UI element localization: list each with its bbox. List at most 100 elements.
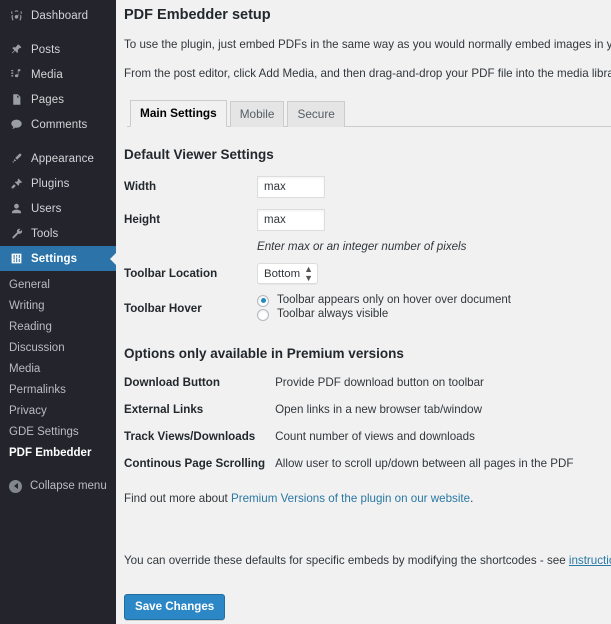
submenu-item-discussion[interactable]: Discussion: [0, 337, 116, 358]
sidebar-divider: [0, 28, 116, 37]
sidebar-item-label: Users: [31, 202, 62, 215]
sidebar-item-media[interactable]: Media: [0, 62, 116, 87]
tab-secure[interactable]: Secure: [287, 101, 345, 127]
table-row: Track Views/Downloads Count number of vi…: [124, 423, 573, 450]
size-hint-text: Enter max or an integer number of pixels: [257, 240, 467, 253]
width-label: Width: [124, 180, 157, 193]
collapse-menu-button[interactable]: Collapse menu: [0, 473, 116, 499]
collapse-arrow-icon: [9, 479, 22, 493]
find-out-more-prefix: Find out more about: [124, 492, 231, 505]
submenu-item-writing[interactable]: Writing: [0, 295, 116, 316]
sidebar-item-label: Appearance: [31, 152, 95, 165]
premium-desc-track-views: Count number of views and downloads: [275, 430, 475, 443]
premium-options-table: Download Button Provide PDF download but…: [124, 369, 573, 477]
sidebar-item-plugins[interactable]: Plugins: [0, 171, 116, 196]
premium-desc-external-links: Open links in a new browser tab/window: [275, 403, 482, 416]
toolbar-location-select[interactable]: Bottom ▲ ▼: [257, 263, 319, 284]
submenu-item-reading[interactable]: Reading: [0, 316, 116, 337]
sidebar-item-tools[interactable]: Tools: [0, 221, 116, 246]
radio-hover-only[interactable]: [257, 294, 269, 307]
sidebar-item-appearance[interactable]: Appearance: [0, 146, 116, 171]
pages-icon: [9, 93, 23, 107]
hover-option-row-2: Toolbar always visible: [257, 308, 554, 321]
sidebar-item-label: Settings: [31, 252, 78, 265]
appearance-brush-icon: [9, 152, 23, 166]
dashboard-icon: [9, 9, 23, 23]
hover-option-row-1: Toolbar appears only on hover over docum…: [257, 294, 554, 307]
tools-wrench-icon: [9, 227, 23, 241]
viewer-settings-form: Width Height Enter max or an integer num…: [124, 170, 554, 326]
tab-mobile[interactable]: Mobile: [229, 101, 285, 127]
posts-pin-icon: [9, 43, 23, 57]
override-note-prefix: You can override these defaults for spec…: [124, 554, 569, 567]
table-row: Download Button Provide PDF download but…: [124, 369, 573, 396]
form-row-height: Height: [124, 203, 554, 236]
sidebar-item-posts[interactable]: Posts: [0, 37, 116, 62]
width-input[interactable]: [257, 175, 325, 198]
wordpress-admin-screen: Dashboard Posts Media Pages Comments App…: [0, 0, 611, 624]
submenu-item-media[interactable]: Media: [0, 358, 116, 379]
toolbar-hover-label: Toolbar Hover: [124, 301, 202, 315]
sidebar-item-label: Plugins: [31, 177, 70, 190]
intro-paragraph-1: To use the plugin, just embed PDFs in th…: [124, 38, 611, 51]
intro-paragraph-2: From the post editor, click Add Media, a…: [124, 67, 611, 80]
sidebar-item-label: Dashboard: [31, 9, 89, 22]
form-row-toolbar-hover: Toolbar Hover Toolbar appears only on ho…: [124, 290, 554, 326]
height-label: Height: [124, 213, 161, 226]
sidebar-item-label: Posts: [31, 43, 61, 56]
tab-main-settings[interactable]: Main Settings: [130, 100, 227, 127]
premium-versions-link[interactable]: Premium Versions of the plugin on our we…: [231, 492, 470, 505]
premium-label-download-button: Download Button: [124, 376, 220, 389]
page-title: PDF Embedder setup: [124, 7, 271, 23]
users-icon: [9, 202, 23, 216]
sidebar-divider: [0, 137, 116, 146]
sidebar-item-comments[interactable]: Comments: [0, 112, 116, 137]
submenu-item-permalinks[interactable]: Permalinks: [0, 379, 116, 400]
comments-icon: [9, 118, 23, 132]
media-icon: [9, 68, 23, 82]
settings-wrap: PDF Embedder setup To use the plugin, ju…: [124, 0, 611, 620]
toolbar-location-value: Bottom: [264, 267, 301, 280]
premium-label-external-links: External Links: [124, 403, 204, 416]
radio-always-visible[interactable]: [257, 308, 269, 321]
settings-submenu: General Writing Reading Discussion Media…: [0, 271, 116, 469]
height-input[interactable]: [257, 208, 325, 231]
form-row-size-hint: Enter max or an integer number of pixels: [124, 236, 554, 257]
table-row: Continous Page Scrolling Allow user to s…: [124, 450, 573, 477]
sidebar-item-users[interactable]: Users: [0, 196, 116, 221]
sidebar-item-pages[interactable]: Pages: [0, 87, 116, 112]
sidebar-item-label: Media: [31, 68, 63, 81]
premium-desc-download-button: Provide PDF download button on toolbar: [275, 376, 484, 389]
radio-always-visible-label: Toolbar always visible: [277, 308, 389, 320]
sidebar-item-label: Pages: [31, 93, 65, 106]
table-row: External Links Open links in a new brows…: [124, 396, 573, 423]
sidebar-item-dashboard[interactable]: Dashboard: [0, 3, 116, 28]
settings-sliders-icon: [9, 252, 23, 266]
premium-label-continous-scrolling: Continous Page Scrolling: [124, 457, 266, 470]
premium-label-track-views: Track Views/Downloads: [124, 430, 256, 443]
submenu-item-general[interactable]: General: [0, 274, 116, 295]
plugins-icon: [9, 177, 23, 191]
toolbar-location-label: Toolbar Location: [124, 267, 218, 280]
instructions-link[interactable]: instructions: [569, 554, 611, 567]
submenu-item-privacy[interactable]: Privacy: [0, 400, 116, 421]
find-out-more-note: Find out more about Premium Versions of …: [124, 491, 611, 507]
sidebar-item-settings[interactable]: Settings: [0, 246, 116, 271]
save-changes-button[interactable]: Save Changes: [124, 594, 226, 620]
admin-sidebar: Dashboard Posts Media Pages Comments App…: [0, 0, 116, 624]
radio-hover-only-label: Toolbar appears only on hover over docum…: [277, 294, 511, 306]
form-row-width: Width: [124, 170, 554, 203]
submenu-item-gde-settings[interactable]: GDE Settings: [0, 421, 116, 442]
collapse-menu-label: Collapse menu: [30, 480, 107, 492]
override-defaults-note: You can override these defaults for spec…: [124, 553, 611, 569]
chevron-updown-icon: ▲ ▼: [304, 263, 314, 283]
form-row-toolbar-location: Toolbar Location Bottom ▲ ▼: [124, 257, 554, 290]
sidebar-item-label: Tools: [31, 227, 59, 240]
premium-options-title: Options only available in Premium versio…: [124, 346, 404, 361]
submenu-item-pdf-embedder[interactable]: PDF Embedder: [0, 442, 116, 463]
sidebar-item-label: Comments: [31, 118, 88, 131]
settings-tabs: Main Settings Mobile Secure: [127, 100, 611, 127]
find-out-more-suffix: .: [470, 492, 474, 505]
default-viewer-settings-title: Default Viewer Settings: [124, 147, 274, 162]
premium-desc-continous-scrolling: Allow user to scroll up/down between all…: [275, 457, 574, 470]
